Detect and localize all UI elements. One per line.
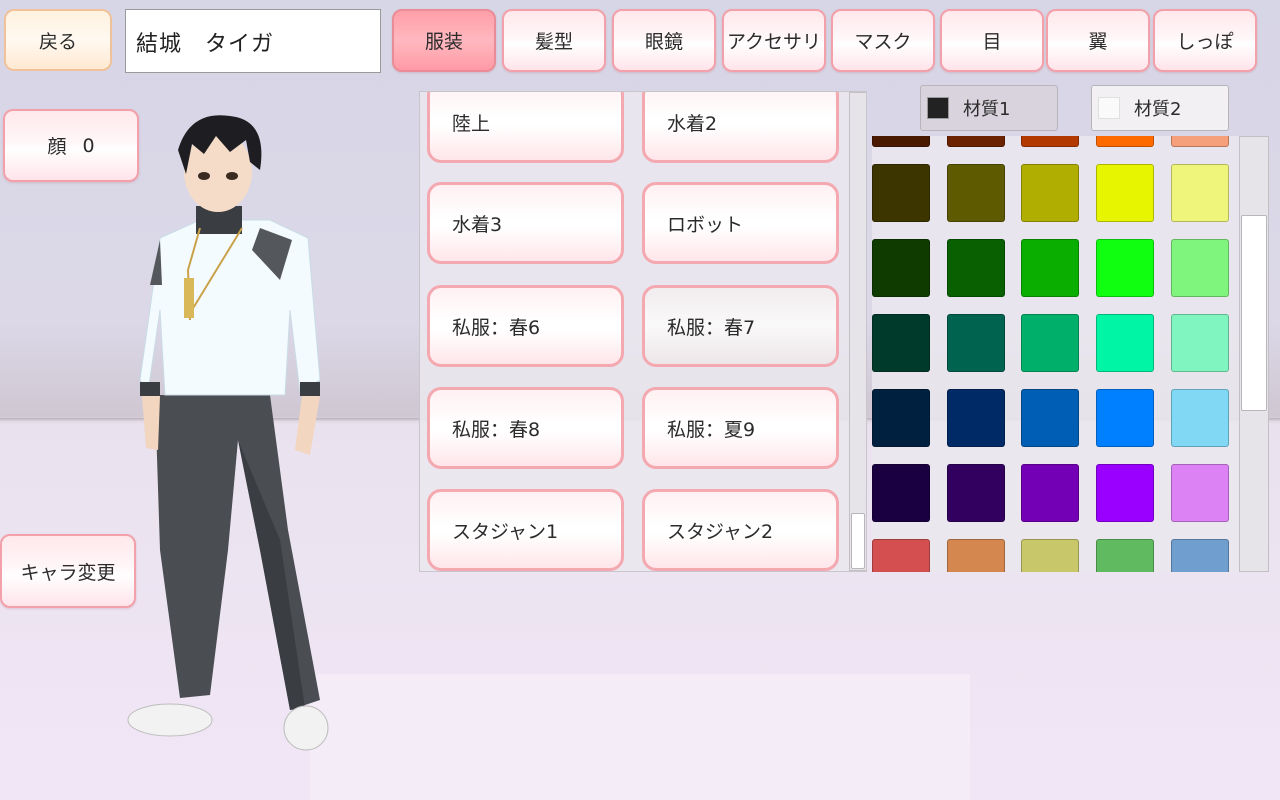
outfit-item[interactable]: ロボット (642, 182, 839, 264)
color-swatch[interactable] (1096, 164, 1154, 222)
color-swatch[interactable] (1021, 539, 1079, 572)
palette-scroll-thumb[interactable] (1241, 215, 1267, 411)
color-swatch[interactable] (1021, 314, 1079, 372)
color-swatch[interactable] (872, 464, 930, 522)
outfit-item-selected[interactable]: 私服：春7 (642, 285, 839, 367)
color-swatch[interactable] (1096, 464, 1154, 522)
color-swatch[interactable] (872, 539, 930, 572)
color-swatch[interactable] (1096, 539, 1154, 572)
color-swatch[interactable] (947, 164, 1005, 222)
color-swatch[interactable] (1171, 389, 1229, 447)
material-1-label: 材質1 (963, 99, 1011, 120)
color-swatch[interactable] (947, 136, 1005, 147)
change-character-button[interactable]: キャラ変更 (0, 534, 136, 608)
color-swatch[interactable] (1021, 164, 1079, 222)
tab-accessory[interactable]: アクセサリ (722, 9, 826, 72)
face-label: 顔 (47, 136, 67, 158)
color-swatch[interactable] (1171, 239, 1229, 297)
color-swatch[interactable] (1021, 464, 1079, 522)
face-button[interactable]: 顔 0 (3, 109, 139, 182)
tab-wings[interactable]: 翼 (1046, 9, 1150, 72)
outfit-item[interactable]: スタジャン1 (427, 489, 624, 571)
face-value: 0 (82, 134, 95, 157)
back-button[interactable]: 戻る (4, 9, 112, 71)
color-swatch[interactable] (1096, 239, 1154, 297)
outfit-item[interactable]: 水着3 (427, 182, 624, 264)
outfit-item[interactable]: 陸上 (427, 92, 624, 163)
color-swatch[interactable] (1171, 539, 1229, 572)
material-1-tab[interactable]: 材質1 (920, 85, 1058, 131)
color-swatch[interactable] (947, 389, 1005, 447)
color-swatch[interactable] (1171, 464, 1229, 522)
color-swatch[interactable] (1171, 136, 1229, 147)
outfit-list-scrollbar[interactable] (849, 92, 866, 571)
material-2-tab[interactable]: 材質2 (1091, 85, 1229, 131)
outfit-grid: 陸上 水着2 水着3 ロボット 私服：春6 私服：春7 私服：春8 私服：夏9 … (420, 92, 850, 571)
color-swatch[interactable] (947, 539, 1005, 572)
color-swatch[interactable] (947, 239, 1005, 297)
bottom-panel (310, 674, 970, 800)
color-swatch[interactable] (1096, 314, 1154, 372)
outfit-item[interactable]: 私服：春6 (427, 285, 624, 367)
outfit-item[interactable]: スタジャン2 (642, 489, 839, 571)
color-palette[interactable] (872, 136, 1240, 572)
color-swatch[interactable] (872, 314, 930, 372)
color-swatch[interactable] (872, 164, 930, 222)
color-swatch[interactable] (1021, 136, 1079, 147)
outfit-list-panel[interactable]: 陸上 水着2 水着3 ロボット 私服：春6 私服：春7 私服：春8 私服：夏9 … (419, 91, 867, 572)
material-1-swatch (927, 97, 949, 119)
color-swatch[interactable] (1171, 314, 1229, 372)
color-swatch[interactable] (872, 239, 930, 297)
color-swatch[interactable] (872, 136, 930, 147)
palette-scrollbar[interactable] (1239, 136, 1269, 572)
color-swatch[interactable] (1021, 239, 1079, 297)
tab-eyes[interactable]: 目 (940, 9, 1044, 72)
color-swatch[interactable] (1171, 164, 1229, 222)
material-2-swatch (1098, 97, 1120, 119)
tab-glasses[interactable]: 眼鏡 (612, 9, 716, 72)
character-model (127, 115, 329, 751)
tab-clothing[interactable]: 服装 (392, 9, 496, 72)
tab-tail[interactable]: しっぽ (1153, 9, 1257, 72)
tab-hairstyle[interactable]: 髪型 (502, 9, 606, 72)
color-swatch[interactable] (1021, 389, 1079, 447)
material-2-label: 材質2 (1134, 99, 1182, 120)
color-swatch[interactable] (947, 464, 1005, 522)
character-name-field[interactable]: 結城 タイガ (125, 9, 381, 73)
outfit-list-scroll-thumb[interactable] (851, 513, 865, 569)
outfit-item[interactable]: 私服：春8 (427, 387, 624, 469)
outfit-item[interactable]: 水着2 (642, 92, 839, 163)
color-swatch[interactable] (1096, 389, 1154, 447)
tab-mask[interactable]: マスク (831, 9, 935, 72)
color-swatch[interactable] (1096, 136, 1154, 147)
color-swatch[interactable] (872, 389, 930, 447)
color-swatch[interactable] (947, 314, 1005, 372)
outfit-item[interactable]: 私服：夏9 (642, 387, 839, 469)
